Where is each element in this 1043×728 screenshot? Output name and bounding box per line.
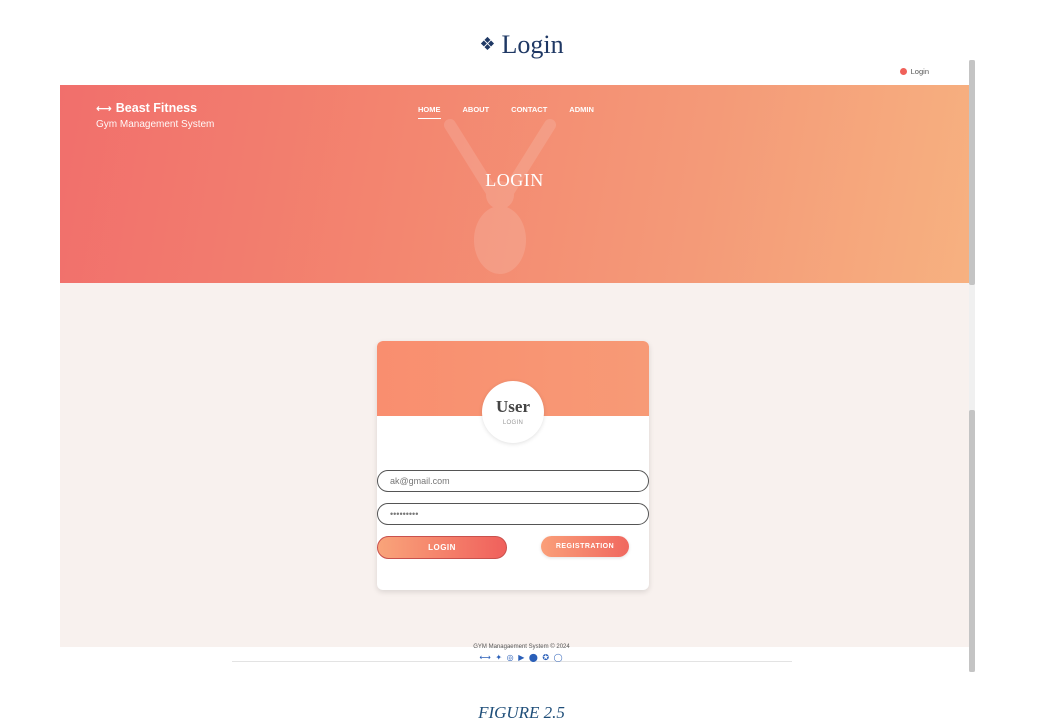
hero-banner: ⟷ Beast Fitness Gym Management System HO… <box>60 85 969 283</box>
brand-name-text: Beast Fitness <box>115 101 198 115</box>
topbar-login-label: Login <box>910 67 929 76</box>
content-area: User LOGIN LOGIN REGISTRATION <box>60 283 969 647</box>
registration-button[interactable]: REGISTRATION <box>541 536 629 557</box>
scrollbar[interactable] <box>969 60 975 672</box>
brand-subtitle: Gym Management System <box>96 119 215 130</box>
document-heading: ❖ Login <box>0 30 1043 60</box>
scrollbar-thumb[interactable] <box>969 60 975 285</box>
nav-item-about[interactable]: ABOUT <box>463 105 490 119</box>
scrollbar-thumb-lower[interactable] <box>969 410 975 672</box>
figure-caption: FIGURE 2.5 <box>478 703 565 722</box>
social-icons[interactable]: ⟷ ✦ ◎ ▶ ⬤ ✪ ◯ <box>0 653 1043 662</box>
fitness-figure-image <box>444 119 556 274</box>
nav-item-admin[interactable]: ADMIN <box>569 105 594 119</box>
dumbbell-icon: ⟷ <box>96 101 112 115</box>
nav-item-contact[interactable]: CONTACT <box>511 105 547 119</box>
brand-name: ⟷ Beast Fitness <box>96 101 214 115</box>
login-page-screenshot: Login ⟷ Beast Fitness Gym Management Sys… <box>60 60 969 672</box>
brand[interactable]: ⟷ Beast Fitness Gym Management System <box>96 101 214 130</box>
password-field[interactable] <box>377 503 649 525</box>
login-button[interactable]: LOGIN <box>377 536 507 559</box>
login-form: LOGIN REGISTRATION <box>377 341 649 590</box>
document-heading-text: Login <box>501 30 564 59</box>
main-nav: HOME ABOUT CONTACT ADMIN <box>418 105 616 119</box>
email-field[interactable] <box>377 470 649 492</box>
footer-copyright: GYM Managaement System © 2024 <box>473 644 570 650</box>
nav-item-home[interactable]: HOME <box>418 105 441 119</box>
user-circle-icon <box>899 68 907 75</box>
hero-title: LOGIN <box>485 170 544 190</box>
diamond-bullet-icon: ❖ <box>479 34 496 55</box>
topbar-login-link[interactable]: Login <box>899 67 929 76</box>
